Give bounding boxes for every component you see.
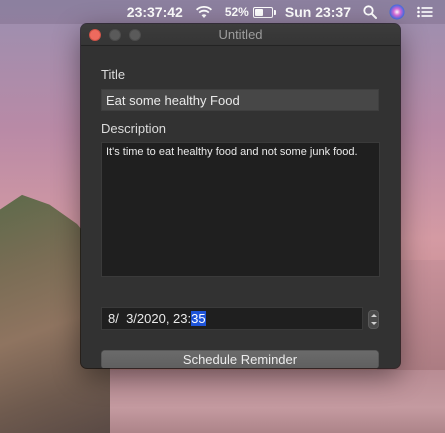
battery-icon <box>252 6 276 18</box>
wifi-icon[interactable] <box>195 5 213 19</box>
stepper-up-icon[interactable] <box>370 313 377 317</box>
search-icon[interactable] <box>363 5 377 19</box>
menu-bar: 23:37:42 52% Sun 23:37 <box>0 0 445 24</box>
menu-datetime[interactable]: Sun 23:37 <box>285 4 351 20</box>
siri-icon[interactable] <box>389 4 405 20</box>
window-controls <box>89 29 141 41</box>
date-time-value: 8/ 3/2020, 23: <box>108 311 192 326</box>
menu-clock[interactable]: 23:37:42 <box>127 4 183 20</box>
date-time-picker[interactable]: 8/ 3/2020, 23:35 <box>101 307 363 330</box>
title-input[interactable] <box>101 89 379 111</box>
battery-level-fill <box>254 8 263 16</box>
notification-center-icon[interactable] <box>417 6 433 18</box>
date-time-minutes-selected[interactable]: 35 <box>191 311 206 326</box>
date-stepper[interactable] <box>368 310 379 329</box>
description-textarea[interactable]: It's time to eat healthy food and not so… <box>101 142 380 277</box>
battery-status[interactable]: 52% <box>224 5 276 19</box>
window-title: Untitled <box>218 27 263 42</box>
description-label: Description <box>101 121 167 136</box>
battery-percent: 52% <box>224 5 249 19</box>
title-label: Title <box>101 67 126 82</box>
app-window: Untitled Title Description It's time to … <box>81 24 400 368</box>
close-button[interactable] <box>89 29 101 41</box>
minimize-button[interactable] <box>109 29 121 41</box>
schedule-reminder-button[interactable]: Schedule Reminder <box>101 350 379 368</box>
window-titlebar[interactable]: Untitled <box>81 24 400 46</box>
zoom-button[interactable] <box>129 29 141 41</box>
stepper-down-icon[interactable] <box>370 322 377 326</box>
